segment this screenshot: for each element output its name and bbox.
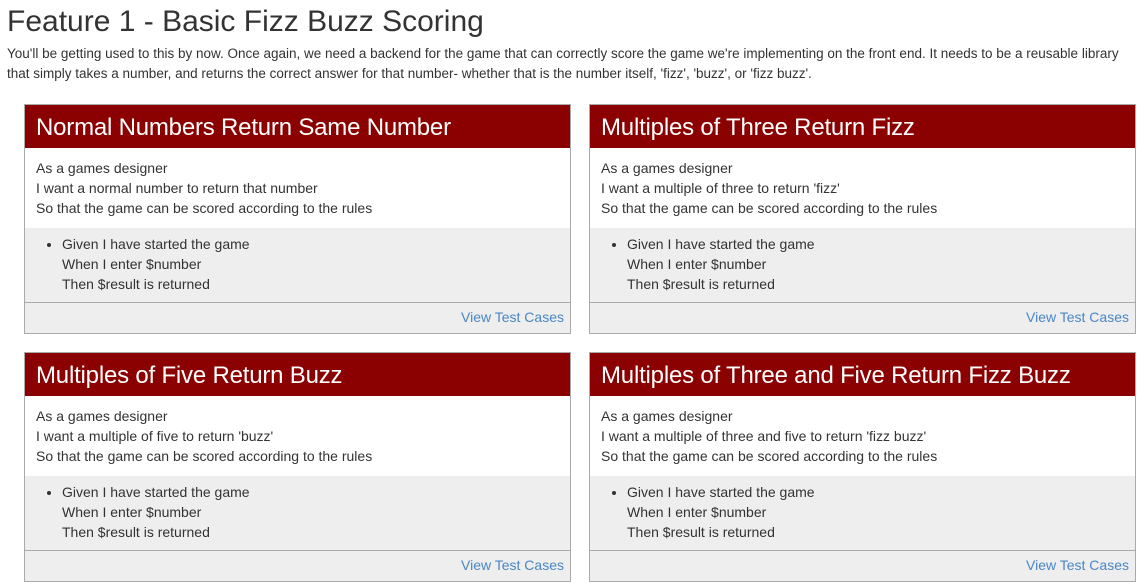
view-test-cases-link[interactable]: View Test Cases	[461, 309, 564, 325]
criteria-item: Given I have started the game When I ent…	[627, 234, 1135, 294]
card-footer: View Test Cases	[590, 303, 1135, 333]
card-footer: View Test Cases	[590, 551, 1135, 581]
story-line: So that the game can be scored according…	[36, 200, 373, 216]
view-test-cases-link[interactable]: View Test Cases	[1026, 309, 1129, 325]
criteria-item: Given I have started the game When I ent…	[62, 482, 570, 542]
feature-description: You'll be getting used to this by now. O…	[7, 46, 1119, 81]
criteria-line: Then $result is returned	[627, 524, 775, 540]
criteria-list: Given I have started the game When I ent…	[25, 234, 570, 294]
acceptance-criteria: Given I have started the game When I ent…	[25, 228, 570, 303]
scenario-title: Multiples of Five Return Buzz	[25, 353, 570, 396]
story-line: So that the game can be scored according…	[601, 200, 938, 216]
user-story: As a games designer I want a multiple of…	[590, 396, 1135, 476]
page-title: Feature 1 - Basic Fizz Buzz Scoring	[7, 5, 484, 38]
criteria-list: Given I have started the game When I ent…	[25, 482, 570, 542]
story-line: As a games designer	[601, 408, 733, 424]
criteria-item: Given I have started the game When I ent…	[62, 234, 570, 294]
story-line: I want a multiple of three and five to r…	[601, 428, 927, 444]
criteria-line: Then $result is returned	[62, 276, 210, 292]
story-line: As a games designer	[601, 160, 733, 176]
criteria-line: Given I have started the game	[62, 484, 250, 500]
scenario-card-multiples-of-three: Multiples of Three Return Fizz As a game…	[589, 104, 1136, 334]
user-story: As a games designer I want a normal numb…	[25, 148, 570, 228]
acceptance-criteria: Given I have started the game When I ent…	[590, 228, 1135, 303]
criteria-line: When I enter $number	[62, 256, 202, 272]
criteria-line: When I enter $number	[627, 256, 767, 272]
acceptance-criteria: Given I have started the game When I ent…	[25, 476, 570, 551]
acceptance-criteria: Given I have started the game When I ent…	[590, 476, 1135, 551]
criteria-line: Given I have started the game	[627, 484, 815, 500]
view-test-cases-link[interactable]: View Test Cases	[1026, 557, 1129, 573]
story-line: So that the game can be scored according…	[36, 448, 373, 464]
story-line: As a games designer	[36, 160, 168, 176]
view-test-cases-link[interactable]: View Test Cases	[461, 557, 564, 573]
card-footer: View Test Cases	[25, 303, 570, 333]
criteria-line: Given I have started the game	[627, 236, 815, 252]
scenario-card-multiples-of-three-and-five: Multiples of Three and Five Return Fizz …	[589, 352, 1136, 582]
user-story: As a games designer I want a multiple of…	[25, 396, 570, 476]
criteria-list: Given I have started the game When I ent…	[590, 482, 1135, 542]
criteria-line: Given I have started the game	[62, 236, 250, 252]
criteria-line: Then $result is returned	[62, 524, 210, 540]
criteria-line: When I enter $number	[627, 504, 767, 520]
user-story: As a games designer I want a multiple of…	[590, 148, 1135, 228]
criteria-line: When I enter $number	[62, 504, 202, 520]
story-line: So that the game can be scored according…	[601, 448, 938, 464]
scenario-title: Multiples of Three Return Fizz	[590, 105, 1135, 148]
story-line: I want a multiple of three to return 'fi…	[601, 180, 840, 196]
scenario-title: Normal Numbers Return Same Number	[25, 105, 570, 148]
story-line: I want a multiple of five to return 'buz…	[36, 428, 274, 444]
criteria-item: Given I have started the game When I ent…	[627, 482, 1135, 542]
scenario-title: Multiples of Three and Five Return Fizz …	[590, 353, 1135, 396]
scenario-card-multiples-of-five: Multiples of Five Return Buzz As a games…	[24, 352, 571, 582]
criteria-list: Given I have started the game When I ent…	[590, 234, 1135, 294]
criteria-line: Then $result is returned	[627, 276, 775, 292]
story-line: As a games designer	[36, 408, 168, 424]
feature-page: Feature 1 - Basic Fizz Buzz Scoring You'…	[0, 0, 1147, 587]
card-footer: View Test Cases	[25, 551, 570, 581]
scenario-card-normal-numbers: Normal Numbers Return Same Number As a g…	[24, 104, 571, 334]
story-line: I want a normal number to return that nu…	[36, 180, 318, 196]
